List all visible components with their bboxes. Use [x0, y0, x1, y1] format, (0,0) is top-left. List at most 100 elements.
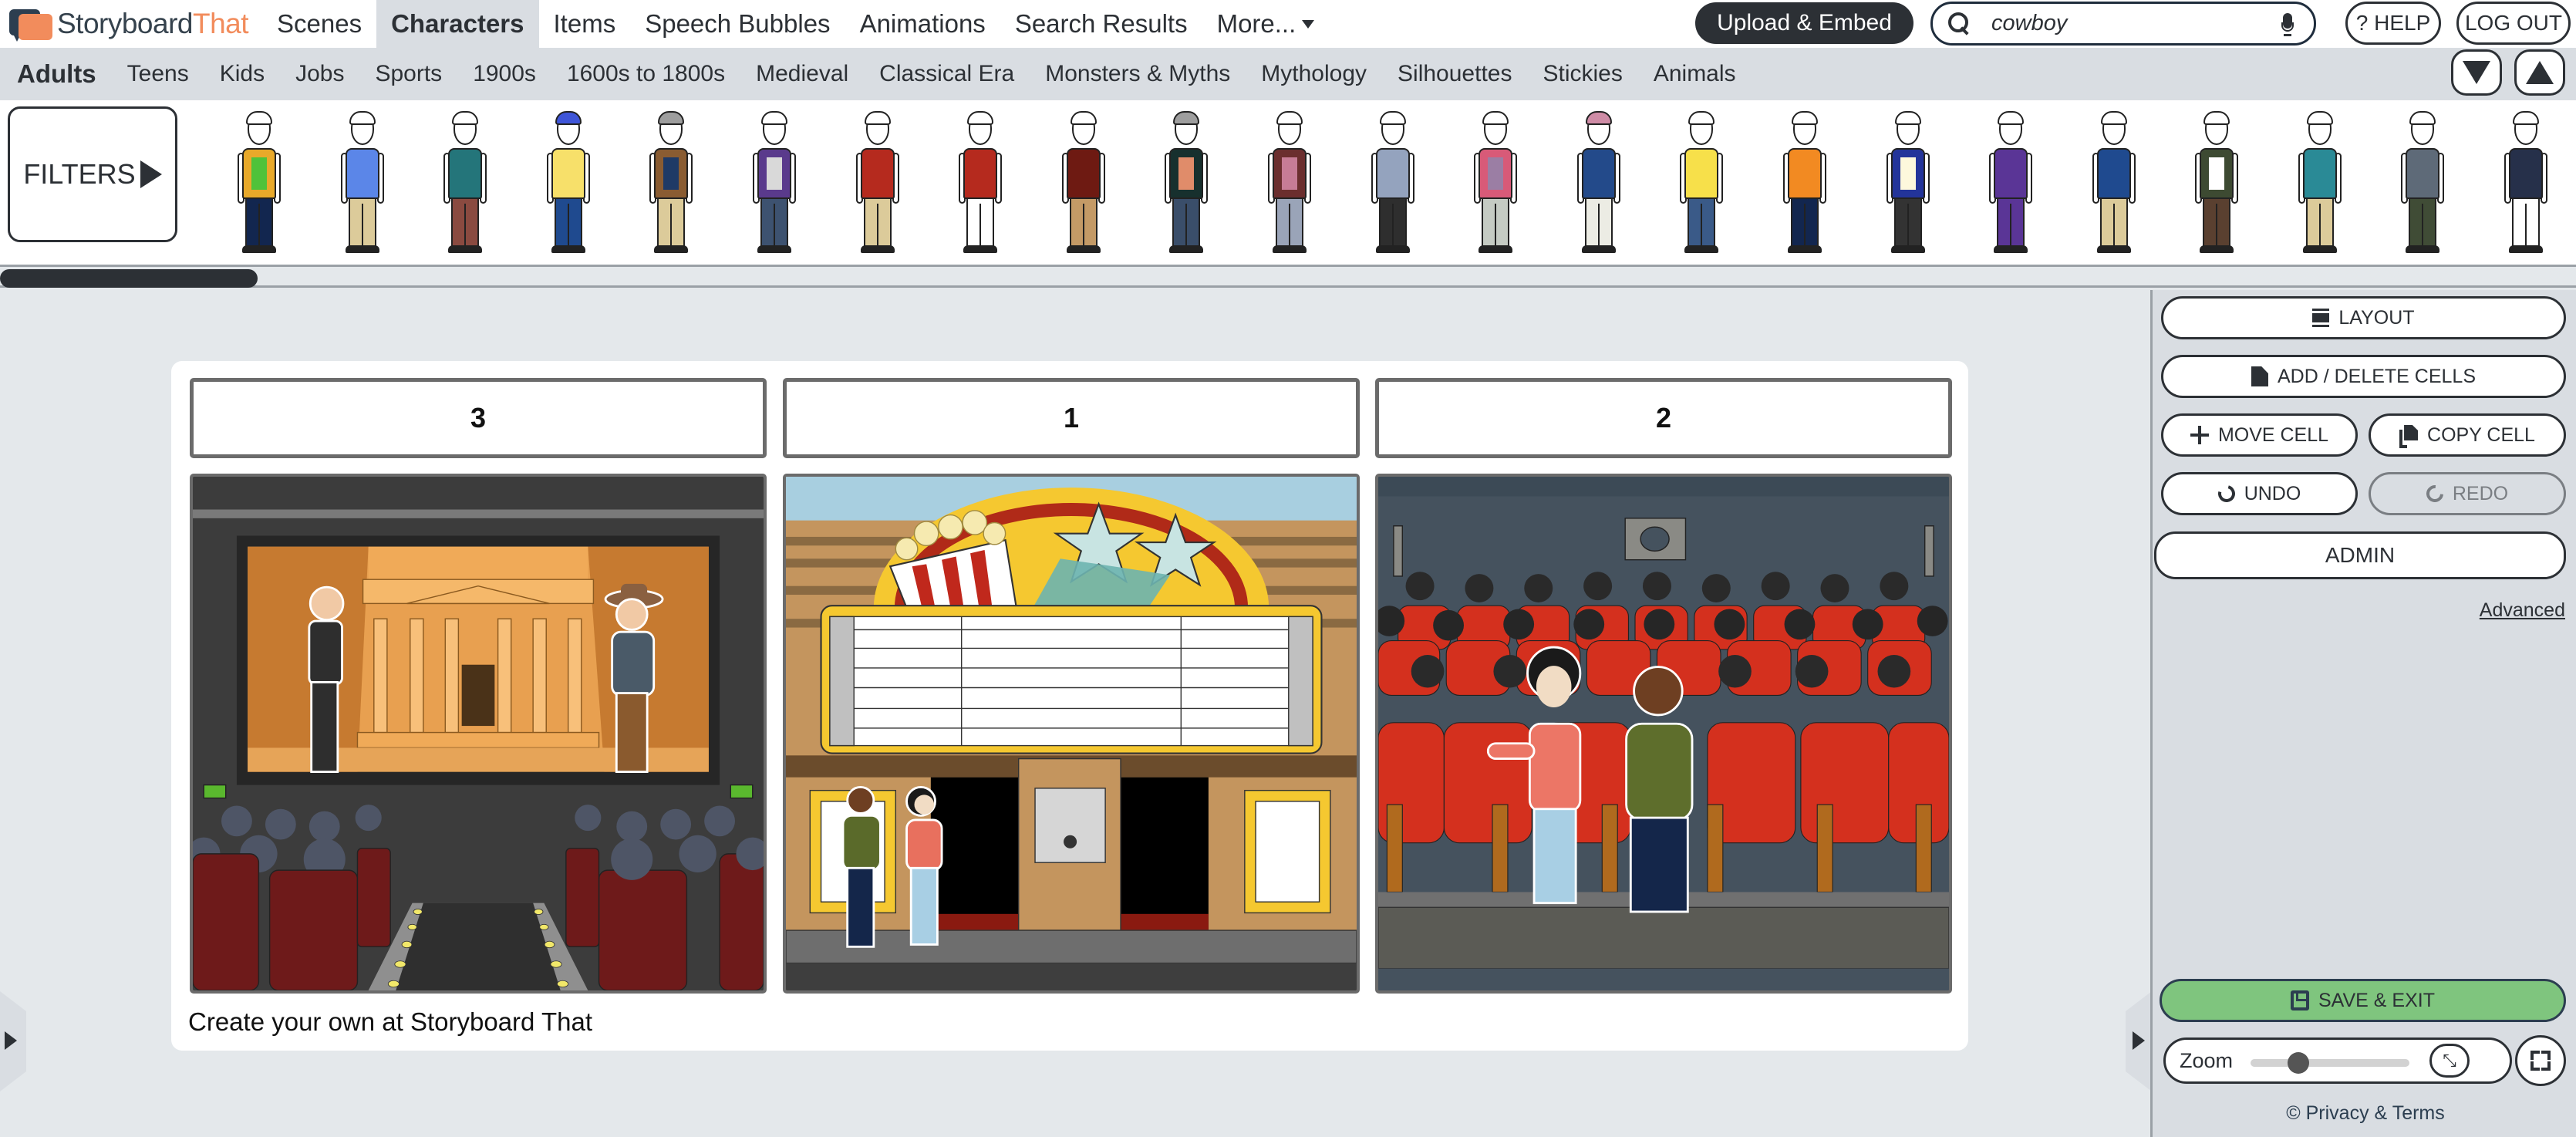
- character-library-strip: FILTERS: [0, 100, 2576, 267]
- layout-icon: [2312, 309, 2330, 327]
- character-thumbnail[interactable]: [1857, 111, 1961, 258]
- theater-screen-scene: [193, 477, 764, 990]
- tab-more-dropdown[interactable]: More...: [1202, 0, 1330, 48]
- left-panel-toggle[interactable]: [0, 991, 26, 1091]
- category-monsters-myths[interactable]: Monsters & Myths: [1030, 48, 1246, 100]
- add-file-icon: [2251, 366, 2268, 386]
- character-thumbnail[interactable]: [1960, 111, 2063, 258]
- fullscreen-icon: [2530, 1051, 2540, 1060]
- zoom-slider-handle[interactable]: [2287, 1052, 2309, 1074]
- copy-cell-button[interactable]: COPY CELL: [2369, 413, 2566, 457]
- category-adults[interactable]: Adults: [2, 48, 112, 100]
- character-thumbnail[interactable]: [2166, 111, 2269, 258]
- character-thumbnail[interactable]: [1342, 111, 1445, 258]
- microphone-icon[interactable]: [2281, 13, 2294, 36]
- character-thumbnail[interactable]: [414, 111, 518, 258]
- category-stickies[interactable]: Stickies: [1527, 48, 1637, 100]
- fullscreen-button[interactable]: [2515, 1035, 2566, 1086]
- privacy-terms-link[interactable]: © Privacy & Terms: [2153, 1102, 2576, 1125]
- category-sports[interactable]: Sports: [359, 48, 457, 100]
- character-thumbnail[interactable]: [620, 111, 723, 258]
- character-thumbnail[interactable]: [1033, 111, 1136, 258]
- library-tabs: Scenes Characters Items Speech Bubbles A…: [262, 0, 1329, 48]
- cell-title-3[interactable]: 2: [1375, 378, 1952, 458]
- category-mythology[interactable]: Mythology: [1246, 48, 1382, 100]
- advanced-link[interactable]: Advanced: [2480, 599, 2565, 622]
- logout-button[interactable]: LOG OUT: [2456, 2, 2571, 45]
- library-horizontal-scrollbar[interactable]: [0, 269, 2576, 288]
- character-thumbnail[interactable]: [1548, 111, 1651, 258]
- tab-animations[interactable]: Animations: [845, 0, 1000, 48]
- tab-characters[interactable]: Characters: [376, 0, 539, 48]
- character-thumbnail[interactable]: [723, 111, 827, 258]
- expand-library-button[interactable]: [2514, 49, 2565, 96]
- character-thumbnail[interactable]: [1650, 111, 1754, 258]
- filters-button[interactable]: FILTERS: [8, 106, 177, 242]
- theater-seats-scene: [1378, 477, 1949, 990]
- category-bar: Adults Teens Kids Jobs Sports 1900s 1600s to 1…: [0, 48, 2576, 100]
- character-thumbnail[interactable]: [208, 111, 312, 258]
- right-panel-toggle[interactable]: [2126, 991, 2152, 1091]
- undo-icon: [2214, 481, 2238, 506]
- character-list: [208, 111, 2576, 258]
- character-thumbnail[interactable]: [2269, 111, 2372, 258]
- right-tools-panel: LAYOUT ADD / DELETE CELLS MOVE CELL COPY…: [2150, 290, 2576, 1137]
- category-silhouettes[interactable]: Silhouettes: [1382, 48, 1527, 100]
- character-thumbnail[interactable]: [1135, 111, 1239, 258]
- category-animals[interactable]: Animals: [1638, 48, 1752, 100]
- tab-items[interactable]: Items: [539, 0, 631, 48]
- floppy-disk-icon: [2291, 990, 2309, 1010]
- compress-arrows-icon: ⤡: [2443, 1051, 2456, 1070]
- cell-title-2[interactable]: 1: [783, 378, 1360, 458]
- character-thumbnail[interactable]: [2475, 111, 2576, 258]
- zoom-fit-button[interactable]: ⤡: [2429, 1044, 2470, 1078]
- search-input[interactable]: [1991, 11, 2254, 36]
- admin-button[interactable]: ADMIN: [2154, 531, 2566, 579]
- logo-speech-bubbles-icon: [6, 5, 54, 43]
- tab-search-results[interactable]: Search Results: [1000, 0, 1202, 48]
- tab-scenes[interactable]: Scenes: [262, 0, 376, 48]
- layout-button[interactable]: LAYOUT: [2161, 296, 2566, 339]
- storyboardthat-logo[interactable]: StoryboardThat: [6, 5, 249, 43]
- triangle-right-icon: [2133, 1031, 2145, 1050]
- scrollbar-thumb[interactable]: [0, 269, 258, 288]
- tab-speech-bubbles[interactable]: Speech Bubbles: [630, 0, 845, 48]
- top-nav: StoryboardThat Scenes Characters Items S…: [0, 0, 2576, 48]
- character-thumbnail[interactable]: [2372, 111, 2475, 258]
- save-exit-button[interactable]: SAVE & EXIT: [2160, 979, 2566, 1022]
- category-teens[interactable]: Teens: [112, 48, 204, 100]
- character-thumbnail[interactable]: [929, 111, 1033, 258]
- theater-marquee-scene: [786, 477, 1357, 990]
- search-icon[interactable]: [1948, 12, 1971, 35]
- zoom-slider[interactable]: [2251, 1052, 2409, 1074]
- category-jobs[interactable]: Jobs: [280, 48, 359, 100]
- triangle-down-icon: [2463, 61, 2490, 84]
- logo-text: StoryboardThat: [57, 8, 249, 39]
- character-thumbnail[interactable]: [2063, 111, 2166, 258]
- redo-button[interactable]: REDO: [2369, 472, 2566, 515]
- character-thumbnail[interactable]: [1239, 111, 1342, 258]
- cell-image-theater-marquee[interactable]: [783, 474, 1360, 994]
- category-classical-era[interactable]: Classical Era: [864, 48, 1030, 100]
- help-button[interactable]: ? HELP: [2345, 2, 2441, 45]
- character-thumbnail[interactable]: [312, 111, 415, 258]
- upload-embed-button[interactable]: Upload & Embed: [1695, 2, 1913, 44]
- cell-title-1[interactable]: 3: [190, 378, 767, 458]
- category-1600s-to-1800s[interactable]: 1600s to 1800s: [551, 48, 740, 100]
- category-kids[interactable]: Kids: [204, 48, 280, 100]
- character-thumbnail[interactable]: [518, 111, 621, 258]
- triangle-up-icon: [2526, 61, 2554, 84]
- triangle-right-icon: [5, 1031, 17, 1050]
- move-cell-button[interactable]: MOVE CELL: [2161, 413, 2358, 457]
- undo-button[interactable]: UNDO: [2161, 472, 2358, 515]
- character-thumbnail[interactable]: [1445, 111, 1548, 258]
- category-medieval[interactable]: Medieval: [740, 48, 864, 100]
- character-thumbnail[interactable]: [827, 111, 930, 258]
- character-thumbnail[interactable]: [1754, 111, 1857, 258]
- collapse-library-button[interactable]: [2451, 49, 2502, 96]
- move-arrows-icon: [2190, 426, 2209, 444]
- cell-image-theater-seats[interactable]: [1375, 474, 1952, 994]
- category-1900s[interactable]: 1900s: [457, 48, 551, 100]
- cell-image-theater-screen[interactable]: [190, 474, 767, 994]
- add-delete-cells-button[interactable]: ADD / DELETE CELLS: [2161, 355, 2566, 398]
